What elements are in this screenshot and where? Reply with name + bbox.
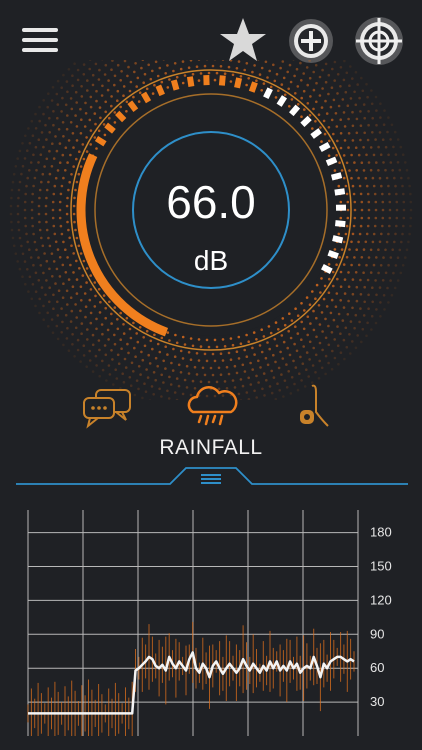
y-tick-label: 30 [370, 694, 384, 709]
y-tick-label: 150 [370, 559, 392, 574]
sound-level-gauge [9, 60, 413, 400]
decibel-history-chart: 180 150 120 90 60 30 [27, 510, 392, 736]
decibel-unit: dB [193, 245, 229, 276]
y-tick-label: 120 [370, 592, 392, 607]
mode-rainfall-button[interactable] [183, 382, 239, 432]
selected-mode-label: RAINFALL [159, 436, 263, 459]
decibel-value: 66.0 [166, 176, 256, 228]
y-tick-label: 180 [370, 525, 392, 540]
series-line [28, 651, 355, 715]
hamburger-menu-icon [22, 28, 58, 32]
mode-conversation-button[interactable] [80, 382, 136, 432]
rain-cloud-icon [187, 386, 238, 426]
chart-drawer-divider [16, 467, 408, 485]
vacuum-cleaner-icon [300, 384, 329, 427]
y-axis-ticks: 180 150 120 90 60 30 [370, 525, 392, 710]
drawer-handle-icon[interactable] [201, 474, 221, 484]
menu-button[interactable] [22, 28, 58, 56]
plus-circle-icon [289, 19, 333, 63]
speech-bubbles-icon [83, 389, 131, 429]
y-tick-label: 60 [370, 660, 384, 675]
y-tick-label: 90 [370, 626, 384, 641]
mode-vacuum-button[interactable] [286, 382, 342, 432]
add-button[interactable] [286, 16, 336, 66]
peak-bars [27, 621, 355, 736]
